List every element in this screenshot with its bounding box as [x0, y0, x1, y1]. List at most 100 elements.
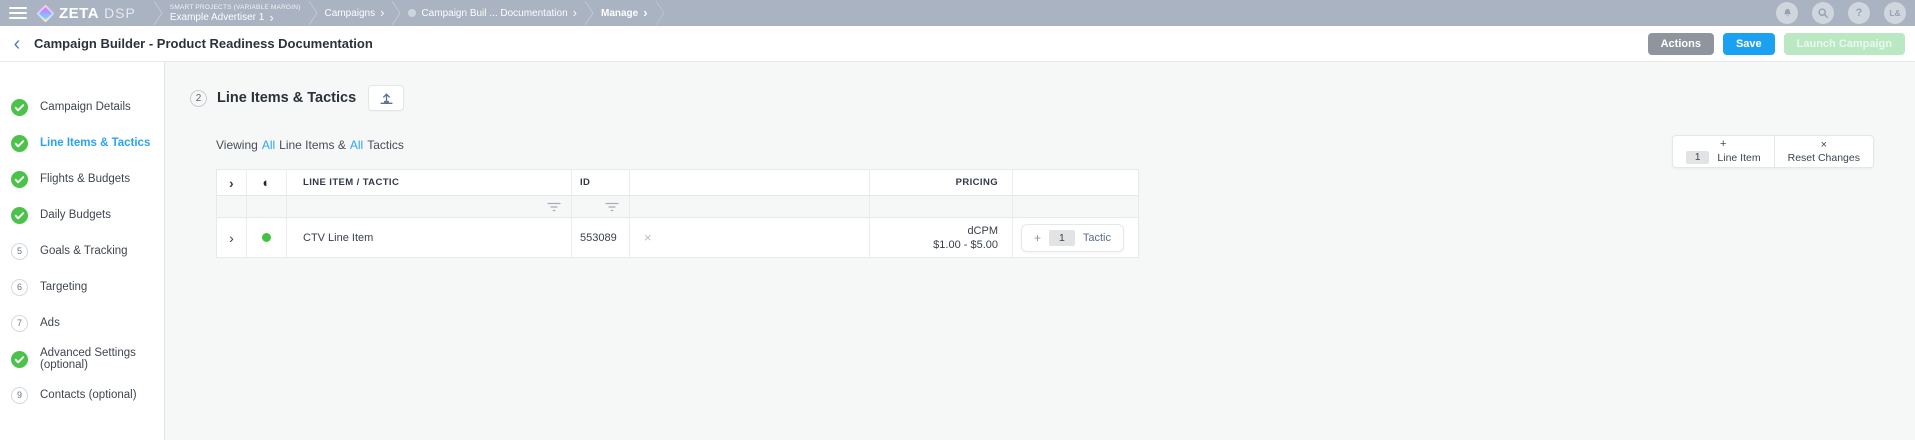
- sidebar-item-label: Campaign Details: [40, 101, 131, 113]
- half-circle-icon[interactable]: ◐: [262, 175, 270, 190]
- pricing-type: dCPM: [933, 224, 998, 238]
- avatar-initials: L&: [1889, 8, 1900, 18]
- tactic-count-badge: 1: [1049, 230, 1075, 246]
- brand-zeta: ZETA: [59, 5, 99, 22]
- sidebar-item-label: Line Items & Tactics: [40, 137, 150, 149]
- notifications-button[interactable]: [1776, 2, 1798, 24]
- step-sidebar: Campaign Details Line Items & Tactics Fl…: [0, 61, 165, 440]
- viewing-prefix: Viewing: [216, 138, 258, 152]
- upload-button[interactable]: [368, 85, 404, 111]
- filter-icon[interactable]: [547, 202, 561, 212]
- add-line-item-button[interactable]: + 1 Line Item: [1673, 136, 1774, 167]
- line-item-pricing: dCPM $1.00 - $5.00: [933, 224, 998, 252]
- back-chevron-icon: ‹: [14, 33, 21, 55]
- sidebar-item-ads[interactable]: 7 Ads: [0, 305, 164, 341]
- check-circle-icon: [11, 135, 28, 152]
- check-circle-icon: [11, 99, 28, 116]
- close-icon: ×: [1821, 140, 1827, 150]
- step-number-icon: 7: [11, 315, 28, 332]
- table-filter-row: [217, 195, 1138, 218]
- table-row[interactable]: › CTV Line Item 553089 × dCPM $1.00 - $5…: [217, 218, 1138, 257]
- campaign-label: Campaign Buil ... Documentation: [421, 8, 567, 19]
- all-line-items-link[interactable]: All: [262, 138, 275, 152]
- reset-changes-button[interactable]: × Reset Changes: [1774, 136, 1873, 167]
- chevron-right-icon: ›: [573, 8, 577, 18]
- sidebar-item-label: Flights & Budgets: [40, 173, 130, 185]
- chevron-right-icon: ›: [269, 13, 273, 23]
- reset-changes-label: Reset Changes: [1788, 152, 1860, 164]
- sidebar-item-line-items-tactics[interactable]: Line Items & Tactics: [0, 125, 164, 161]
- check-circle-icon: [11, 207, 28, 224]
- hamburger-menu-icon[interactable]: [9, 7, 27, 19]
- sidebar-item-label: Daily Budgets: [40, 209, 111, 221]
- viewing-mid: Line Items &: [279, 138, 346, 152]
- section-number-badge: 2: [190, 90, 207, 107]
- pricing-range: $1.00 - $5.00: [933, 238, 998, 252]
- bell-icon: [1781, 7, 1794, 19]
- page-header: ‹ Campaign Builder - Product Readiness D…: [0, 26, 1915, 61]
- column-header-line-item: LINE ITEM / TACTIC: [287, 170, 572, 195]
- user-avatar[interactable]: L&: [1884, 2, 1906, 24]
- sidebar-item-label: Advanced Settings (optional): [40, 347, 164, 371]
- campaign-status-dot-icon: [408, 9, 416, 17]
- help-button[interactable]: ?: [1848, 2, 1870, 24]
- actions-button[interactable]: Actions: [1648, 33, 1714, 55]
- sidebar-item-flights-budgets[interactable]: Flights & Budgets: [0, 161, 164, 197]
- search-icon: [1817, 7, 1829, 19]
- column-header-tactics: [1013, 170, 1138, 195]
- breadcrumb-campaigns[interactable]: Campaigns ›: [325, 8, 385, 19]
- line-item-count-badge: 1: [1686, 151, 1710, 164]
- column-header-id: ID: [572, 170, 630, 195]
- sidebar-item-goals-tracking[interactable]: 5 Goals & Tracking: [0, 233, 164, 269]
- breadcrumb-separator-icon: [655, 1, 665, 25]
- all-tactics-link[interactable]: All: [350, 138, 363, 152]
- step-number-icon: 6: [11, 279, 28, 296]
- line-item-id: 553089: [572, 218, 630, 257]
- back-button[interactable]: ‹: [0, 34, 34, 54]
- main-content: 2 Line Items & Tactics + 1 Line Item × R…: [165, 61, 1915, 440]
- breadcrumb-campaign[interactable]: Campaign Buil ... Documentation ›: [408, 8, 577, 19]
- add-line-item-label: Line Item: [1717, 152, 1760, 164]
- page-title: Campaign Builder - Product Readiness Doc…: [34, 36, 373, 51]
- sidebar-item-contacts[interactable]: 9 Contacts (optional): [0, 377, 164, 413]
- sidebar-item-label: Targeting: [40, 281, 87, 293]
- breadcrumb-separator-icon: [153, 1, 163, 25]
- brand-dsp: DSP: [104, 5, 136, 21]
- plus-icon: +: [1720, 139, 1726, 149]
- line-item-name: CTV Line Item: [287, 218, 572, 257]
- top-bar: ZETA DSP SMART PROJECTS (VARIABLE MARGIN…: [0, 0, 1915, 26]
- add-tactic-button[interactable]: + 1 Tactic: [1021, 224, 1124, 252]
- question-mark-icon: ?: [1856, 7, 1863, 19]
- table-header-row: › ◐ LINE ITEM / TACTIC ID PRICING: [217, 170, 1138, 195]
- step-number-icon: 5: [11, 243, 28, 260]
- sidebar-item-targeting[interactable]: 6 Targeting: [0, 269, 164, 305]
- check-circle-icon: [11, 171, 28, 188]
- sidebar-item-campaign-details[interactable]: Campaign Details: [0, 89, 164, 125]
- breadcrumb-separator-icon: [308, 1, 318, 25]
- chevron-right-icon: ›: [643, 8, 647, 18]
- launch-campaign-button[interactable]: Launch Campaign: [1784, 33, 1905, 55]
- section-title: Line Items & Tactics: [217, 90, 356, 106]
- section-header: 2 Line Items & Tactics: [190, 85, 1915, 111]
- remove-line-item-icon[interactable]: ×: [644, 230, 652, 245]
- topbar-actions: ? L&: [1776, 2, 1906, 24]
- campaigns-label: Campaigns: [325, 8, 376, 19]
- zeta-diamond-icon: [36, 4, 54, 22]
- search-button[interactable]: [1812, 2, 1834, 24]
- manage-label: Manage: [601, 8, 638, 19]
- line-items-table: › ◐ LINE ITEM / TACTIC ID PRICING: [216, 169, 1139, 258]
- column-header-empty: [630, 170, 870, 195]
- breadcrumb-advertiser[interactable]: SMART PROJECTS (VARIABLE MARGIN) Example…: [170, 3, 301, 23]
- sidebar-item-advanced-settings[interactable]: Advanced Settings (optional): [0, 341, 164, 377]
- tactic-label: Tactic: [1083, 232, 1111, 244]
- viewing-suffix: Tactics: [367, 138, 404, 152]
- check-circle-icon: [11, 351, 28, 368]
- sidebar-item-daily-budgets[interactable]: Daily Budgets: [0, 197, 164, 233]
- filter-icon[interactable]: [605, 202, 619, 212]
- breadcrumb-manage[interactable]: Manage ›: [601, 8, 648, 19]
- breadcrumb: SMART PROJECTS (VARIABLE MARGIN) Example…: [146, 0, 672, 26]
- expand-all-chevron-icon[interactable]: ›: [229, 177, 234, 189]
- save-button[interactable]: Save: [1723, 33, 1775, 55]
- row-expand-chevron-icon[interactable]: ›: [229, 232, 234, 244]
- step-number-icon: 9: [11, 387, 28, 404]
